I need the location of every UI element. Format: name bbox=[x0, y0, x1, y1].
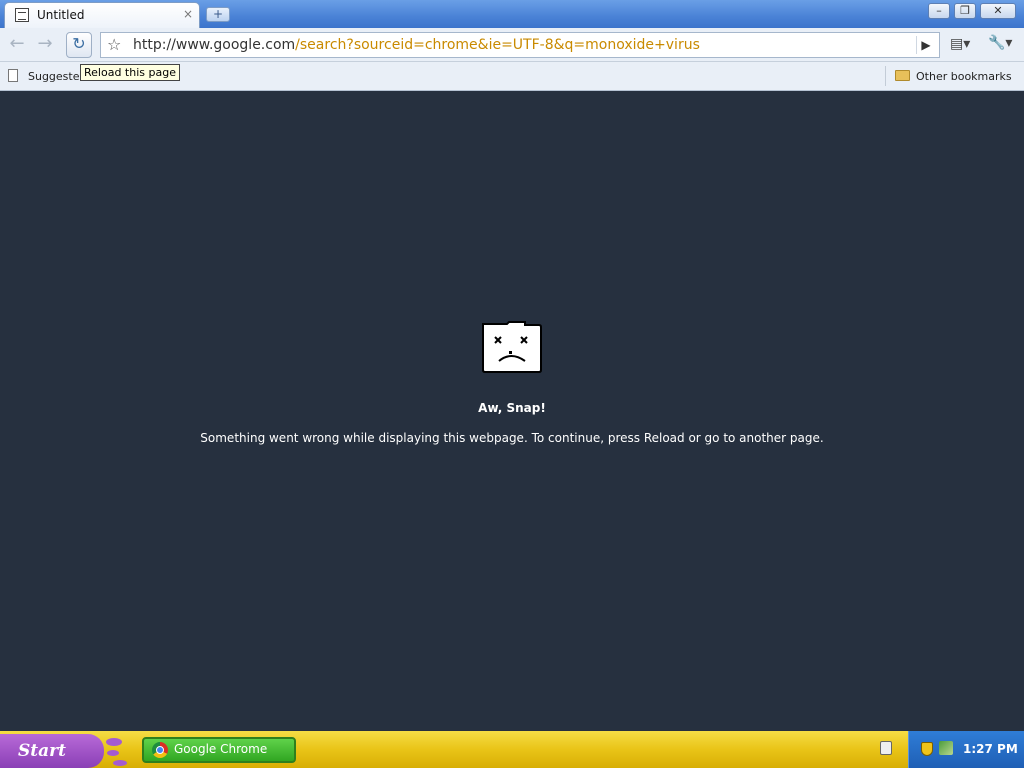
page-content: Aw, Snap! Something went wrong while dis… bbox=[0, 91, 1024, 731]
forward-button[interactable]: → bbox=[32, 32, 58, 58]
folder-icon bbox=[895, 70, 910, 81]
other-bookmarks-button[interactable]: Other bookmarks bbox=[916, 70, 1012, 83]
chrome-icon bbox=[152, 742, 168, 758]
taskbar: Start Google Chrome 1:27 PM bbox=[0, 731, 1024, 768]
tab-close-button[interactable]: × bbox=[183, 7, 193, 21]
page-menu-button[interactable]: ▤▾ bbox=[950, 36, 970, 52]
tab-untitled[interactable]: Untitled × bbox=[4, 2, 200, 28]
omnibox[interactable]: ☆ http://www.google.com/search?sourceid=… bbox=[100, 32, 940, 58]
minimize-button[interactable]: – bbox=[928, 3, 950, 19]
close-window-button[interactable]: ✕ bbox=[980, 3, 1016, 19]
new-tab-button[interactable]: + bbox=[206, 7, 230, 22]
taskbar-chrome-button[interactable]: Google Chrome bbox=[142, 737, 296, 763]
page-icon bbox=[15, 8, 29, 22]
go-button[interactable]: ▶ bbox=[916, 36, 935, 54]
network-icon[interactable] bbox=[939, 741, 953, 755]
error-title: Aw, Snap! bbox=[478, 401, 546, 415]
title-bar: Untitled × + – ❐ ✕ bbox=[0, 0, 1024, 28]
tab-title: Untitled bbox=[37, 8, 85, 22]
tray-device-icon[interactable] bbox=[880, 741, 892, 755]
wrench-icon[interactable]: 🔧▾ bbox=[988, 35, 1012, 51]
reload-tooltip: Reload this page bbox=[80, 64, 180, 81]
restore-button[interactable]: ❐ bbox=[954, 3, 976, 19]
reload-button[interactable]: ↻ bbox=[66, 32, 92, 58]
url-path: /search?sourceid=chrome&ie=UTF-8&q=monox… bbox=[295, 37, 700, 53]
start-decoration-icon bbox=[106, 738, 127, 766]
start-button[interactable]: Start bbox=[0, 734, 104, 768]
toolbar: ← → ↻ ☆ http://www.google.com/search?sou… bbox=[0, 28, 1024, 62]
error-message: Something went wrong while displaying th… bbox=[200, 431, 824, 445]
system-tray: 1:27 PM bbox=[908, 731, 1024, 768]
clock[interactable]: 1:27 PM bbox=[963, 742, 1018, 756]
bookmarks-divider bbox=[885, 66, 886, 86]
page-icon bbox=[8, 69, 18, 82]
url-host: http://www.google.com bbox=[133, 37, 296, 53]
back-button[interactable]: ← bbox=[4, 32, 30, 58]
taskbar-chrome-label: Google Chrome bbox=[174, 742, 268, 756]
url-text[interactable]: http://www.google.com/search?sourceid=ch… bbox=[133, 37, 700, 53]
star-icon[interactable]: ☆ bbox=[107, 35, 121, 54]
shield-icon[interactable] bbox=[921, 742, 933, 756]
bookmark-suggested[interactable]: Suggeste bbox=[28, 70, 80, 83]
sad-tab-icon bbox=[482, 321, 542, 373]
